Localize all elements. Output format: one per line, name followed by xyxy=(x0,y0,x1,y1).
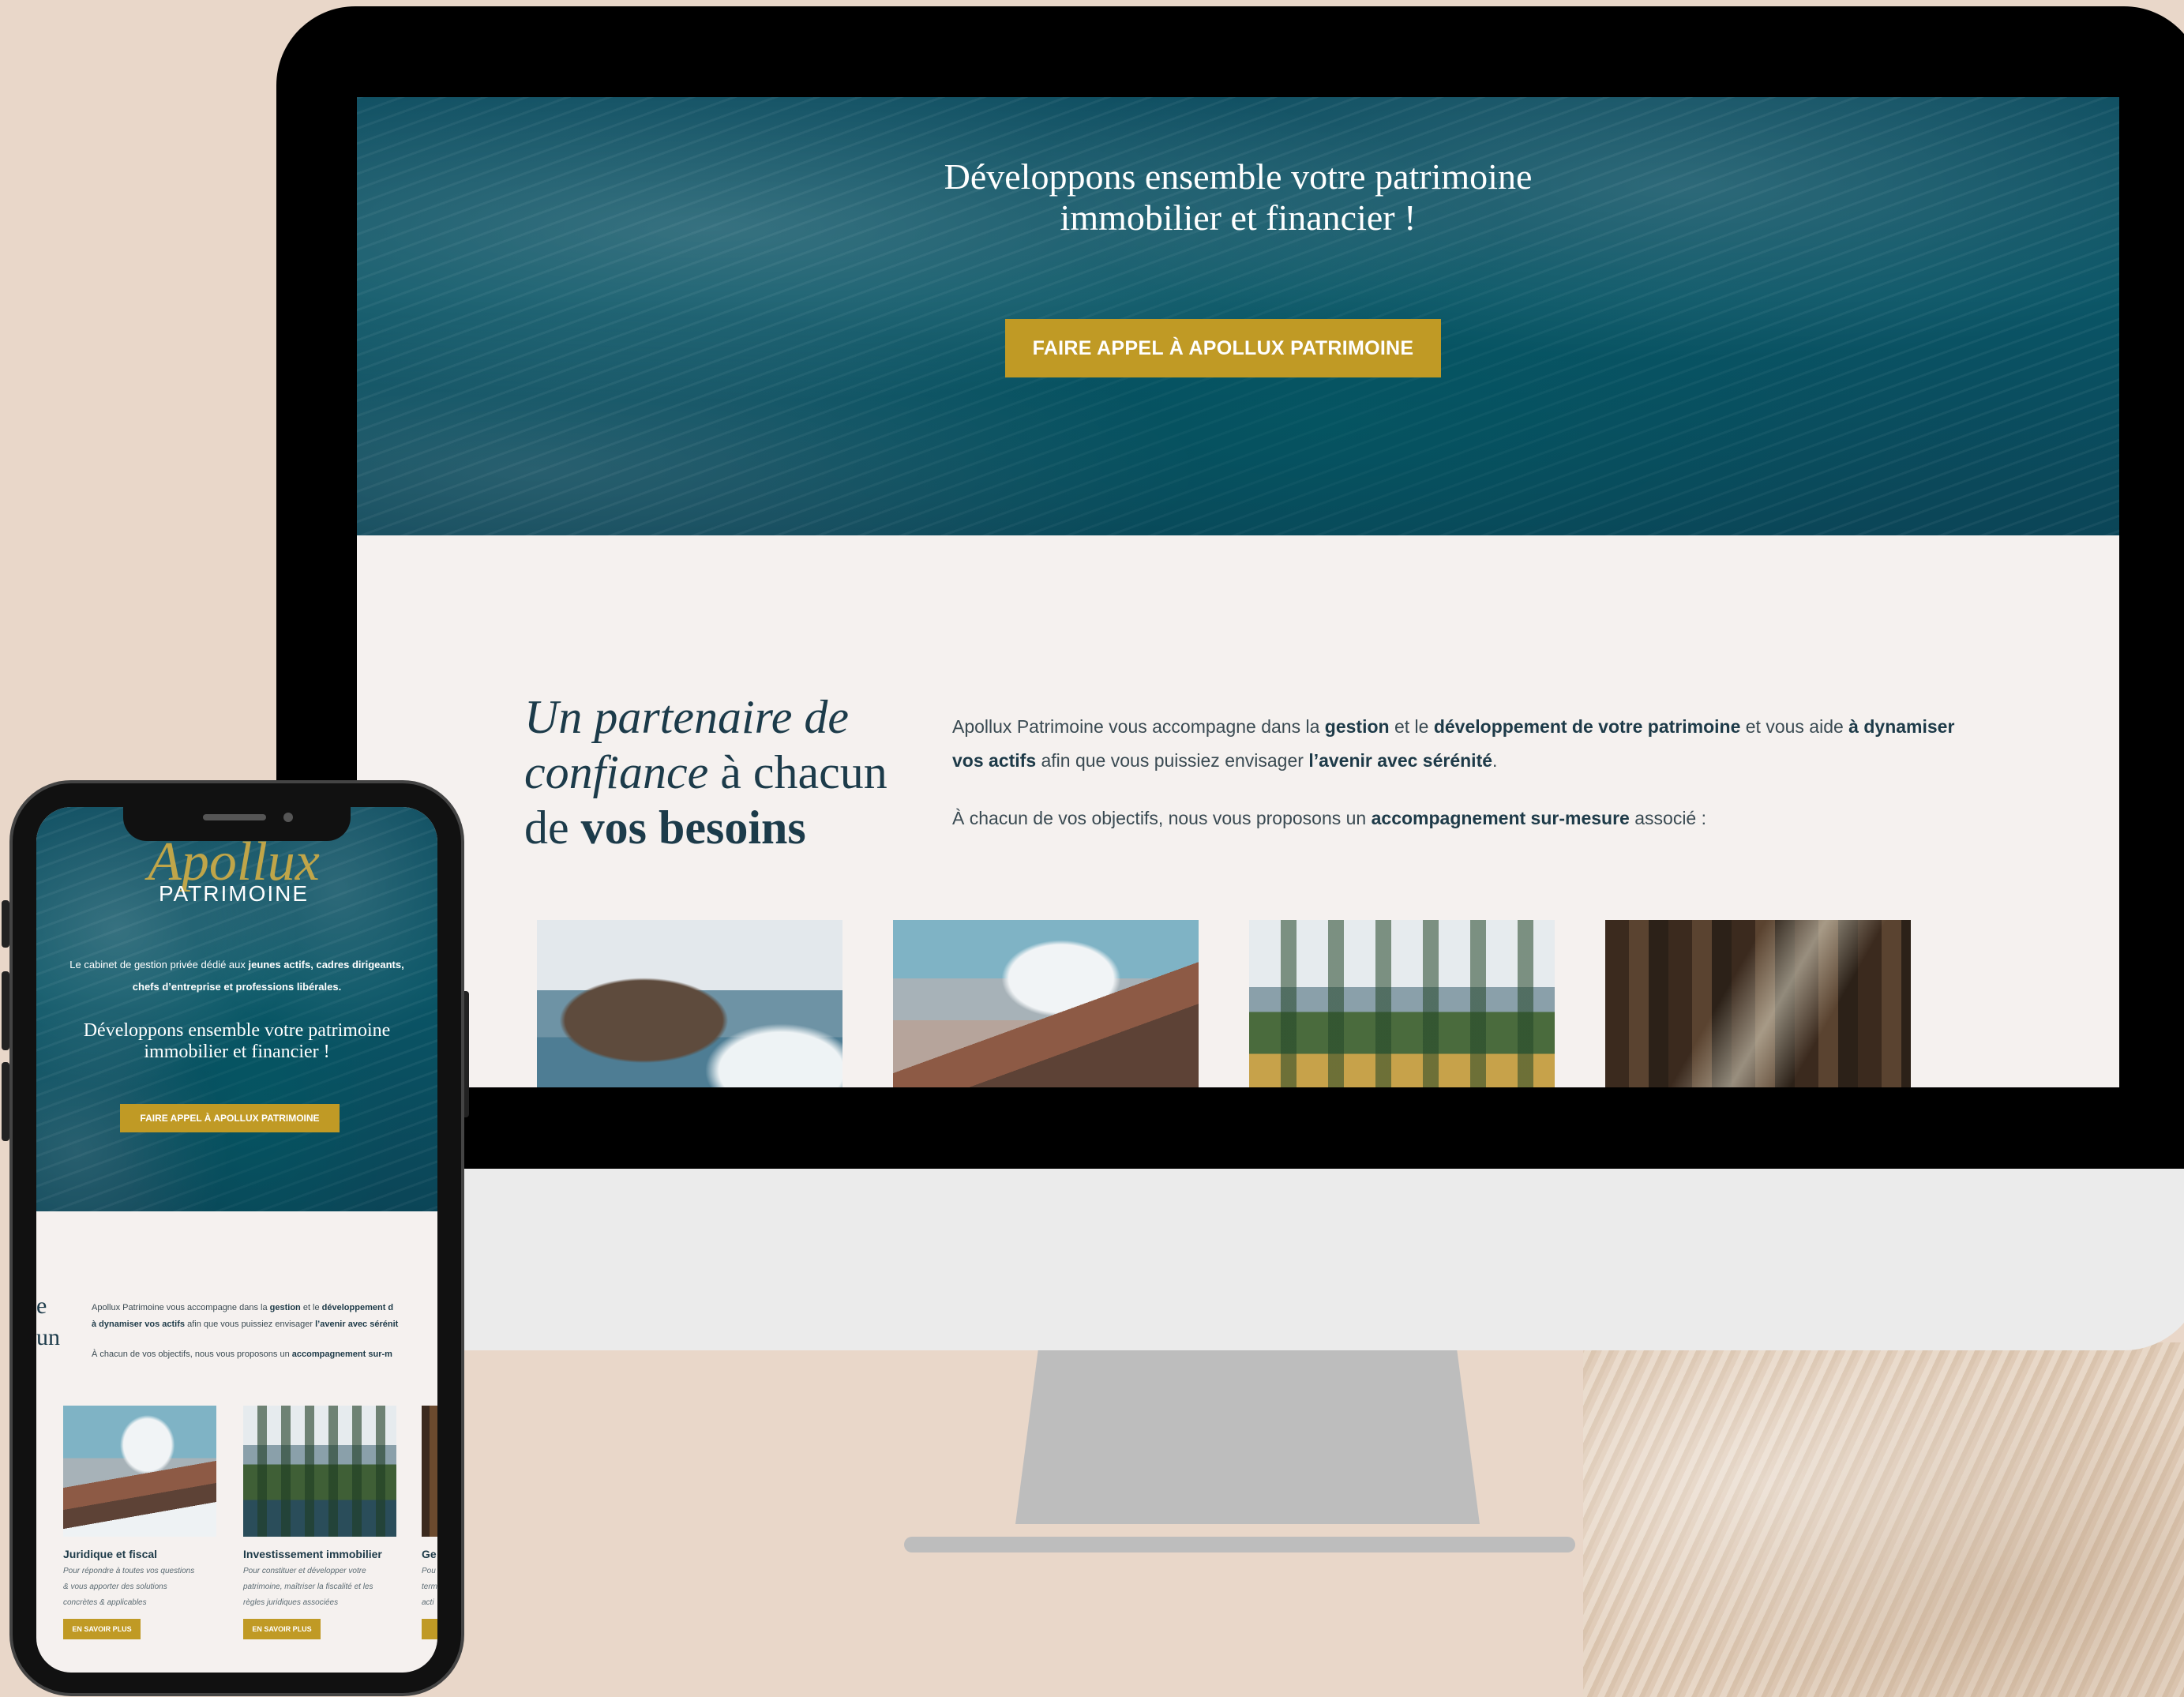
learn-more-button[interactable]: EN SAVOIR PLUS xyxy=(243,1619,321,1639)
service-card-image[interactable] xyxy=(243,1406,396,1537)
service-card-image[interactable] xyxy=(63,1406,216,1537)
hero-title-line2: immobilier et financier ! xyxy=(1060,197,1417,238)
learn-more-button[interactable]: EN SAVOIR PLUS xyxy=(63,1619,141,1639)
service-card-description: Pour répondre à toutes vos questions & vo… xyxy=(63,1567,195,1607)
logo-wordmark: PATRIMOINE xyxy=(158,881,310,906)
phone-speaker xyxy=(203,814,266,820)
cta-button[interactable]: FAIRE APPEL À APOLLUX PATRIMOINE xyxy=(1005,319,1441,377)
monitor-stand-base xyxy=(904,1537,1575,1552)
mobile-service-card: Investissement immobilier Pour constitue… xyxy=(243,1406,401,1639)
mobile-service-card: Juridique et fiscal Pour répondre à tout… xyxy=(63,1406,221,1639)
phone-side-button xyxy=(2,900,9,948)
background-texture xyxy=(1583,1342,2184,1697)
intro-text: Apollux Patrimoine vous accompagne dans … xyxy=(952,710,1979,859)
mobile-hero-banner: Apollux PATRIMOINE Le cabinet de gestion… xyxy=(36,807,437,1211)
heading-bold: vos besoins xyxy=(580,802,806,854)
monitor-chin xyxy=(276,1169,2184,1350)
service-card-image-rocky-coast[interactable] xyxy=(537,920,842,1087)
service-card-description: Pou term acti xyxy=(422,1567,437,1607)
intro-paragraph-1: Apollux Patrimoine vous accompagne dans … xyxy=(952,716,1955,771)
mobile-hero-title: Développons ensemble votre patrimoine im… xyxy=(83,1020,391,1062)
mobile-service-card: Ge Poutermacti EN xyxy=(422,1406,437,1639)
mobile-tagline: Le cabinet de gestion privée dédié aux j… xyxy=(69,959,404,993)
service-card-image-sunlit-forest[interactable] xyxy=(1605,920,1911,1087)
desktop-hero-banner: Développons ensemble votre patrimoine im… xyxy=(357,97,2119,535)
mobile-heading-fragment: e un xyxy=(36,1293,60,1350)
phone-volume-down xyxy=(2,1062,9,1141)
phone-notch xyxy=(123,803,351,841)
mobile-cta-button[interactable]: FAIRE APPEL À APOLLUX PATRIMOINE xyxy=(120,1104,340,1132)
desktop-screen: Développons ensemble votre patrimoine im… xyxy=(357,97,2119,1087)
learn-more-button[interactable]: EN xyxy=(422,1619,437,1639)
phone-volume-up xyxy=(2,971,9,1050)
hero-title-line1: Développons ensemble votre patrimoine xyxy=(944,156,1533,197)
intro-heading: Un partenaire de confiance à chacun de v… xyxy=(524,689,903,855)
desktop-hero-title: Développons ensemble votre patrimoine im… xyxy=(357,156,2119,238)
intro-paragraph-2: À chacun de vos objectifs, nous vous pro… xyxy=(952,808,1706,828)
service-card-image-mountain[interactable] xyxy=(893,920,1199,1087)
service-card-title[interactable]: Juridique et fiscal xyxy=(63,1548,221,1560)
mobile-screen: Apollux PATRIMOINE Le cabinet de gestion… xyxy=(36,807,437,1673)
monitor-stand-neck xyxy=(1015,1342,1480,1524)
service-card-description: Pour constituer et développer votre patri… xyxy=(243,1567,373,1607)
service-card-title[interactable]: Ge xyxy=(422,1548,437,1560)
mobile-intro-text: Apollux Patrimoine vous accompagne dans … xyxy=(92,1303,399,1359)
service-card-title[interactable]: Investissement immobilier xyxy=(243,1548,401,1560)
service-card-image[interactable] xyxy=(422,1406,437,1537)
phone-camera xyxy=(283,813,293,822)
service-card-image-forest-lake[interactable] xyxy=(1249,920,1555,1087)
